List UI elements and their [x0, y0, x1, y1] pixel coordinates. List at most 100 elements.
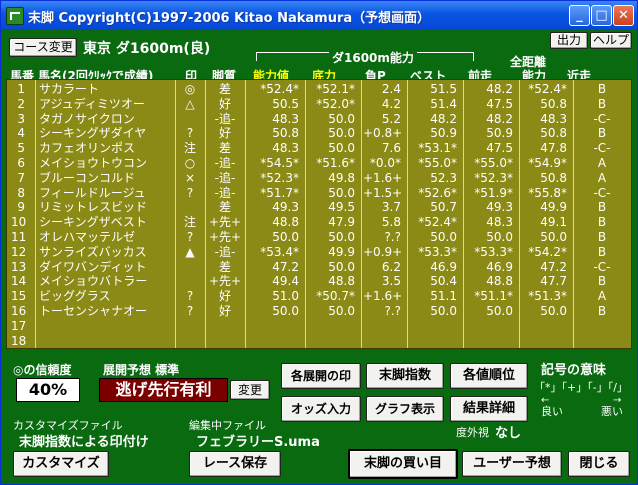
- detail-button[interactable]: 結果詳細: [450, 396, 528, 422]
- horse-name-cell[interactable]: サンライズバッカス: [39, 244, 173, 260]
- previous-race-cell: 48.3: [486, 215, 513, 230]
- horse-name-cell[interactable]: アジュディミツオー: [39, 96, 173, 112]
- maximize-button[interactable]: □: [591, 5, 612, 26]
- index-button[interactable]: 末脚指数: [366, 363, 444, 389]
- recent-form-cell: -C-: [593, 259, 611, 274]
- ability-value-cell: *52.3*: [260, 170, 299, 185]
- legend-symbol-worst: /: [613, 381, 617, 394]
- odds-input-button[interactable]: オッズ入力: [281, 396, 361, 422]
- burden-point-cell: 6.2: [381, 259, 401, 274]
- table-row[interactable]: 9 リミットレスビッド 差 49.3 49.5 3.7 50.7 49.3 49.9 B: [7, 199, 631, 215]
- mark-cell: ?: [186, 289, 194, 304]
- horse-name-cell[interactable]: タガノサイクロン: [39, 111, 173, 127]
- table-row[interactable]: 16 トーセンシャナオー? 好 50.0 50.0?.? 50.0 50.0 50.0 B: [7, 303, 631, 319]
- all-ability-cell: 47.8: [540, 141, 567, 156]
- best-value-cell: 50.7: [430, 200, 457, 215]
- previous-race-cell: 48.8: [486, 274, 513, 289]
- horse-name-cell[interactable]: リミットレスビッド: [39, 199, 173, 215]
- print-button[interactable]: 出力: [550, 32, 588, 49]
- burden-point-cell: +0.9+: [363, 244, 403, 259]
- burden-point-cell: *0.0*: [369, 156, 401, 170]
- best-value-cell: 50.9: [430, 126, 457, 141]
- table-row[interactable]: 15 ビッググラス? 好 51.0 *50.7* +1.6+ 51.1 *51.1* *51.3…: [7, 288, 631, 304]
- mark-cell: [176, 273, 204, 289]
- horse-name-cell[interactable]: トーセンシャナオー: [39, 303, 173, 319]
- base-power-cell: *52.1*: [316, 82, 355, 96]
- table-row[interactable]: 14 メイショウバトラー +先+ 49.4 48.8 3.5 50.4 48.8 47.7 B: [7, 273, 631, 289]
- mark-cell: ?: [186, 126, 194, 141]
- course-change-button[interactable]: コース変更: [9, 38, 77, 57]
- mark-cell: ○: [184, 156, 196, 170]
- horse-name-cell[interactable]: ビッググラス: [39, 288, 173, 304]
- horse-number-cell: 7: [17, 170, 25, 185]
- table-row[interactable]: 4 シーキングザダイヤ? 好 50.8 50.0 +0.8+ 50.9 50.9 50.8 B: [7, 125, 631, 141]
- minimize-button[interactable]: _: [569, 5, 590, 26]
- horse-name-cell[interactable]: サカラート: [39, 81, 173, 97]
- rank-button[interactable]: 各値順位: [450, 363, 528, 389]
- recent-form-cell: A: [597, 156, 607, 170]
- table-row[interactable]: 8 フィールドルージュ? -追- *51.7* 50.0 +1.5+ *52.6* *51.9…: [7, 185, 631, 201]
- recent-form-cell: B: [597, 82, 607, 96]
- ability-value-cell: 50.0: [272, 230, 299, 244]
- horse-table[interactable]: 1 サカラート ◎ 差 *52.4* *52.1* 2.4 51.5 48.2 *52.4* B 2 ア…: [6, 79, 632, 349]
- running-style-cell: [206, 333, 244, 349]
- horse-name-cell[interactable]: [39, 333, 173, 349]
- horse-name-cell[interactable]: ブルーコンコルド: [39, 170, 173, 186]
- mark-cell: 注: [183, 215, 196, 230]
- table-row[interactable]: 18: [7, 333, 631, 349]
- base-power-cell: *52.0*: [316, 96, 355, 111]
- title-bar[interactable]: 末脚 Copyright(C)1997-2006 Kitao Nakamura（…: [1, 1, 637, 29]
- legend-symbol-best: *: [545, 381, 551, 394]
- table-row[interactable]: 11 オレハマッテルゼ? +先+ 50.0 50.0?.? 50.0 50.0 50.0 B: [7, 229, 631, 245]
- horse-name-cell[interactable]: カフェオリンポス: [39, 140, 173, 156]
- horse-name-cell[interactable]: メイショウバトラー: [39, 273, 173, 289]
- all-ability-cell: *54.2*: [528, 244, 567, 259]
- table-row[interactable]: 3 タガノサイクロン -追- 48.3 50.0 5.2 48.2 48.2 48.3 -C-: [7, 111, 631, 127]
- table-row[interactable]: 12 サンライズバッカス ▲ -追- *53.4* 49.9 +0.9+ *53.3* *53.…: [7, 244, 631, 260]
- recent-form-cell: A: [597, 289, 607, 304]
- table-row[interactable]: 6 メイショウトウコン ○ -追- *54.5* *51.6* *0.0* *55.0* *55…: [7, 155, 631, 171]
- burden-point-cell: ?.?: [384, 304, 401, 318]
- table-row[interactable]: 2 アジュディミツオー △ 好 50.5 *52.0* 4.2 51.4 47.5 50.8 B: [7, 96, 631, 112]
- burden-point-cell: 7.6: [381, 141, 401, 156]
- all-ability-cell: 47.2: [540, 259, 567, 274]
- help-button[interactable]: ヘルプ: [590, 32, 632, 49]
- horse-name-cell[interactable]: ダイワバンディット: [39, 259, 173, 275]
- burden-point-cell: +1.6+: [363, 289, 403, 304]
- table-row[interactable]: 10 シーキングザベスト注 +先+ 48.8 47.9 5.8 *52.4* 48.3 49.1…: [7, 214, 631, 230]
- app-window: 末脚 Copyright(C)1997-2006 Kitao Nakamura（…: [0, 0, 638, 485]
- buy-targets-button[interactable]: 末脚の買い目: [348, 449, 458, 479]
- previous-race-cell: *53.3*: [474, 244, 513, 259]
- running-style-cell: -追-: [214, 185, 236, 200]
- ability-value-cell: 50.8: [272, 126, 299, 141]
- close-window-button[interactable]: ✕: [613, 5, 634, 26]
- base-power-cell: 50.0: [328, 304, 355, 318]
- user-forecast-button[interactable]: ユーザー予想: [462, 451, 562, 477]
- horse-name-cell[interactable]: フィールドルージュ: [39, 185, 173, 201]
- table-row[interactable]: 7 ブルーコンコルド × -追- *52.3* 49.8 +1.6+ 52.3 *52.3* 50…: [7, 170, 631, 186]
- legend-symbol-bad: -: [592, 381, 597, 394]
- best-value-cell: 52.3: [430, 170, 457, 185]
- horse-name-cell[interactable]: [39, 318, 173, 334]
- all-ability-cell: *55.8*: [528, 185, 567, 200]
- forecast-change-button[interactable]: 変更: [230, 380, 270, 400]
- horse-number-cell: 1: [17, 82, 25, 96]
- best-value-cell: 50.4: [430, 274, 457, 289]
- race-save-button[interactable]: レース保存: [189, 451, 281, 477]
- horse-number-cell: 10: [11, 215, 27, 230]
- close-button[interactable]: 閉じる: [568, 451, 630, 477]
- customize-button[interactable]: カスタマイズ: [13, 451, 109, 477]
- horse-name-cell[interactable]: シーキングザダイヤ: [39, 125, 173, 141]
- horse-name-cell[interactable]: メイショウトウコン: [39, 155, 173, 171]
- burden-point-cell: +0.8+: [363, 126, 403, 141]
- table-row[interactable]: 17: [7, 318, 631, 334]
- each-development-button[interactable]: 各展開の印: [281, 363, 361, 389]
- table-row[interactable]: 13 ダイワバンディット 差 47.2 50.0 6.2 46.9 46.9 47.2 -C-: [7, 259, 631, 275]
- horse-name-cell[interactable]: オレハマッテルゼ: [39, 229, 173, 245]
- recent-form-cell: B: [597, 126, 607, 141]
- graph-button[interactable]: グラフ表示: [366, 396, 444, 422]
- table-row[interactable]: 1 サカラート ◎ 差 *52.4* *52.1* 2.4 51.5 48.2 *52.4* B: [7, 81, 631, 97]
- all-ability-cell: 50.8: [540, 126, 567, 141]
- horse-name-cell[interactable]: シーキングザベスト: [39, 214, 173, 230]
- table-row[interactable]: 5 カフェオリンポス注 差 48.3 50.0 7.6 *53.1* 47.5 47.8 -C-: [7, 140, 631, 156]
